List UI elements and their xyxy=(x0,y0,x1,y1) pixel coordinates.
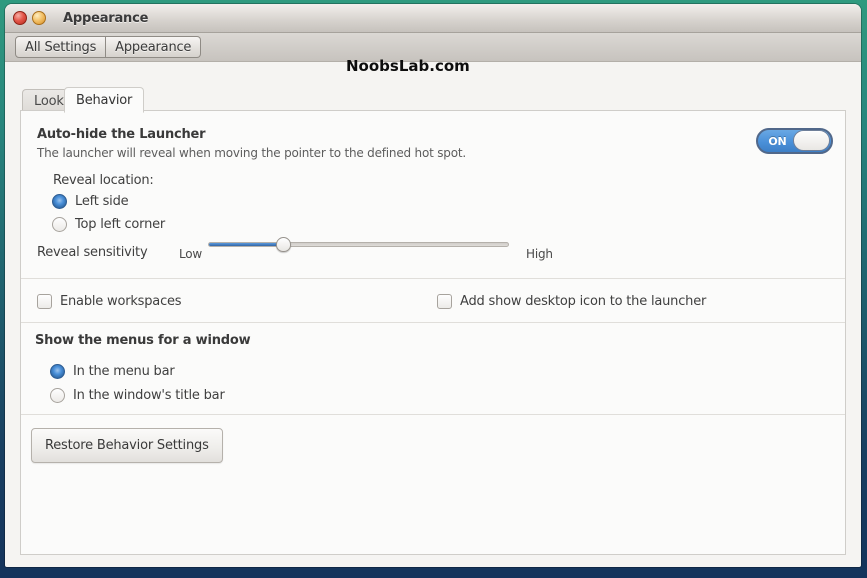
minimize-icon[interactable] xyxy=(32,11,46,25)
divider xyxy=(21,322,845,323)
checkbox-icon[interactable] xyxy=(437,294,452,309)
autohide-toggle[interactable]: ON xyxy=(756,128,833,154)
checkbox-label: Enable workspaces xyxy=(60,294,181,309)
all-settings-button[interactable]: All Settings xyxy=(15,36,106,58)
reveal-sensitivity-knob[interactable] xyxy=(276,237,291,252)
radio-label: In the window's title bar xyxy=(73,388,225,403)
radio-icon[interactable] xyxy=(50,364,65,379)
breadcrumb: All Settings Appearance xyxy=(15,36,201,58)
autohide-description: The launcher will reveal when moving the… xyxy=(37,146,466,160)
checkbox-show-desktop-icon[interactable]: Add show desktop icon to the launcher xyxy=(437,292,706,310)
checkbox-icon[interactable] xyxy=(37,294,52,309)
radio-icon[interactable] xyxy=(52,194,67,209)
page-background: Appearance All Settings Appearance Noobs… xyxy=(0,0,867,578)
divider xyxy=(21,278,845,279)
close-icon[interactable] xyxy=(13,11,27,25)
divider xyxy=(21,414,845,415)
radio-label: Top left corner xyxy=(75,217,165,232)
toggle-on-label: ON xyxy=(758,135,797,148)
slider-high-label: High xyxy=(526,247,553,261)
checkbox-label: Add show desktop icon to the launcher xyxy=(460,294,706,309)
autohide-title: Auto-hide the Launcher xyxy=(37,127,205,142)
reveal-sensitivity-label: Reveal sensitivity xyxy=(37,245,147,260)
noobslab-watermark: NoobsLab.com xyxy=(346,57,470,75)
radio-window-title-bar[interactable]: In the window's title bar xyxy=(50,386,225,404)
slider-low-label: Low xyxy=(179,247,202,261)
tab-behavior[interactable]: Behavior xyxy=(64,87,144,113)
radio-icon[interactable] xyxy=(50,388,65,403)
radio-left-side[interactable]: Left side xyxy=(52,192,128,210)
menus-section-title: Show the menus for a window xyxy=(35,333,250,348)
titlebar: Appearance xyxy=(5,4,861,33)
appearance-window: Appearance All Settings Appearance Noobs… xyxy=(5,4,861,567)
radio-label: Left side xyxy=(75,194,128,209)
reveal-sensitivity-slider[interactable] xyxy=(208,242,509,247)
reveal-location-label: Reveal location: xyxy=(53,173,154,188)
radio-top-left-corner[interactable]: Top left corner xyxy=(52,215,165,233)
radio-menu-bar[interactable]: In the menu bar xyxy=(50,362,175,380)
appearance-breadcrumb-button[interactable]: Appearance xyxy=(106,36,201,58)
radio-icon[interactable] xyxy=(52,217,67,232)
window-title: Appearance xyxy=(63,11,148,26)
reveal-sensitivity-fill xyxy=(209,243,284,246)
behavior-panel: Auto-hide the Launcher The launcher will… xyxy=(20,110,846,555)
checkbox-enable-workspaces[interactable]: Enable workspaces xyxy=(37,292,181,310)
radio-label: In the menu bar xyxy=(73,364,175,379)
restore-behavior-settings-button[interactable]: Restore Behavior Settings xyxy=(31,428,223,463)
toggle-knob[interactable] xyxy=(793,130,830,151)
